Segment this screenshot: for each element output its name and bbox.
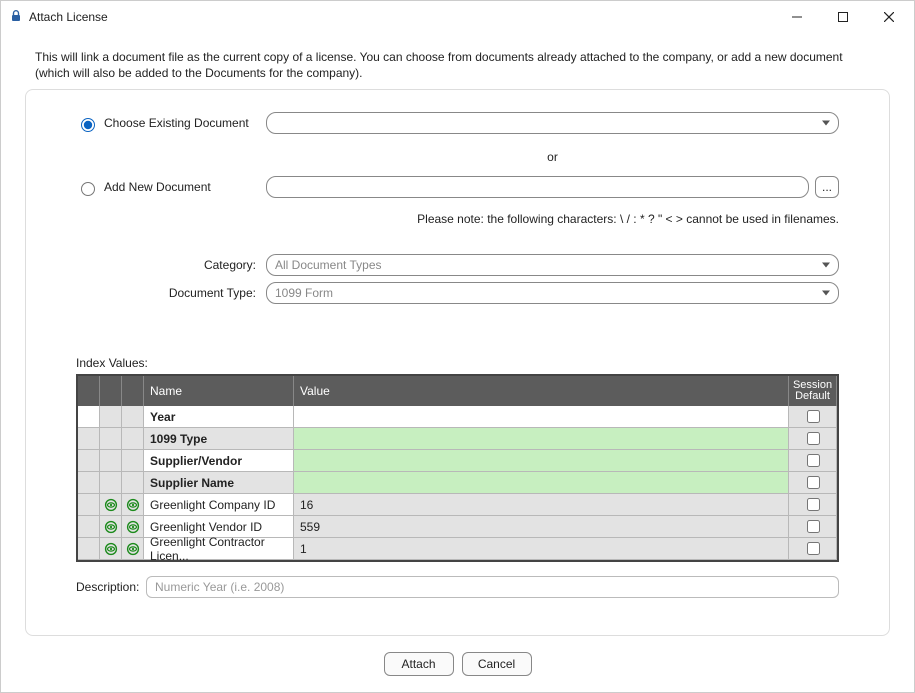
content-area: This will link a document file as the cu… — [1, 33, 914, 636]
index-value-cell[interactable]: 16 — [294, 494, 789, 516]
minimize-button[interactable] — [774, 2, 820, 32]
filename-note: Please note: the following characters: \… — [266, 212, 839, 226]
index-values-grid: Name Value Session Default Year1099 Type… — [76, 374, 839, 562]
table-row: Year — [78, 406, 837, 428]
table-row: Greenlight Company ID16 — [78, 494, 837, 516]
main-group: Choose Existing Document or Add New Docu… — [25, 89, 890, 636]
grid-header-blank-1 — [78, 376, 100, 406]
session-default-cell — [789, 472, 837, 494]
add-new-radio[interactable] — [81, 182, 95, 196]
eye-icon — [126, 498, 140, 512]
choose-existing-radio[interactable] — [81, 118, 95, 132]
category-dropdown[interactable]: All Document Types — [266, 254, 839, 276]
doctype-label: Document Type: — [76, 286, 266, 300]
row-eye-icon[interactable] — [122, 516, 144, 538]
index-value-cell[interactable] — [294, 406, 789, 428]
existing-document-dropdown[interactable] — [266, 112, 839, 134]
row-eye-icon[interactable] — [100, 494, 122, 516]
table-row: Greenlight Contractor Licen...1 — [78, 538, 837, 560]
grid-header-blank-3 — [122, 376, 144, 406]
add-new-row: Add New Document ... — [76, 176, 839, 198]
titlebar: Attach License — [1, 1, 914, 33]
description-placeholder: Numeric Year (i.e. 2008) — [155, 580, 284, 594]
index-value-cell[interactable] — [294, 428, 789, 450]
window-title: Attach License — [29, 10, 108, 24]
session-default-checkbox[interactable] — [807, 476, 820, 489]
index-value-cell[interactable]: 1 — [294, 538, 789, 560]
or-divider: or — [76, 150, 839, 164]
grid-body: Year1099 TypeSupplier/VendorSupplier Nam… — [78, 406, 837, 560]
attach-license-window: Attach License This will link a document… — [0, 0, 915, 693]
maximize-icon — [838, 12, 848, 22]
browse-button[interactable]: ... — [815, 176, 839, 198]
session-default-cell — [789, 538, 837, 560]
grid-header-blank-2 — [100, 376, 122, 406]
choose-existing-radio-label[interactable]: Choose Existing Document — [76, 115, 266, 132]
index-name-cell: 1099 Type — [144, 428, 294, 450]
eye-icon — [126, 520, 140, 534]
session-default-cell — [789, 516, 837, 538]
index-values-label: Index Values: — [76, 356, 839, 370]
index-value-cell[interactable] — [294, 472, 789, 494]
eye-icon — [104, 520, 118, 534]
session-default-cell — [789, 428, 837, 450]
eye-icon — [104, 498, 118, 512]
session-default-checkbox[interactable] — [807, 432, 820, 445]
session-default-cell — [789, 450, 837, 472]
choose-existing-row: Choose Existing Document — [76, 112, 839, 134]
session-default-checkbox[interactable] — [807, 498, 820, 511]
grid-header-name[interactable]: Name — [144, 376, 294, 406]
minimize-icon — [792, 12, 802, 22]
lock-icon — [9, 9, 23, 26]
index-value-cell[interactable]: 559 — [294, 516, 789, 538]
ellipsis-icon: ... — [822, 180, 832, 194]
row-eye-icon[interactable] — [122, 494, 144, 516]
session-default-cell — [789, 406, 837, 428]
eye-icon — [104, 542, 118, 556]
doctype-row: Document Type: 1099 Form — [76, 282, 839, 304]
eye-icon — [126, 542, 140, 556]
row-eye-icon[interactable] — [122, 538, 144, 560]
index-name-cell: Year — [144, 406, 294, 428]
description-label: Description: — [76, 580, 146, 594]
table-row: Supplier Name — [78, 472, 837, 494]
new-document-path-input[interactable] — [266, 176, 809, 198]
session-default-cell — [789, 494, 837, 516]
grid-header-value[interactable]: Value — [294, 376, 789, 406]
cancel-button[interactable]: Cancel — [462, 652, 532, 676]
description-field: Numeric Year (i.e. 2008) — [146, 576, 839, 598]
session-default-checkbox[interactable] — [807, 454, 820, 467]
table-row: Supplier/Vendor — [78, 450, 837, 472]
doctype-dropdown[interactable]: 1099 Form — [266, 282, 839, 304]
table-row: 1099 Type — [78, 428, 837, 450]
row-eye-icon[interactable] — [100, 538, 122, 560]
intro-text: This will link a document file as the cu… — [35, 49, 880, 81]
grid-header: Name Value Session Default — [78, 376, 837, 406]
add-new-text: Add New Document — [104, 180, 211, 194]
doctype-value: 1099 Form — [275, 286, 333, 300]
index-name-cell: Supplier/Vendor — [144, 450, 294, 472]
session-default-checkbox[interactable] — [807, 410, 820, 423]
index-name-cell: Greenlight Company ID — [144, 494, 294, 516]
maximize-button[interactable] — [820, 2, 866, 32]
category-row: Category: All Document Types — [76, 254, 839, 276]
session-default-checkbox[interactable] — [807, 542, 820, 555]
add-new-radio-label[interactable]: Add New Document — [76, 179, 266, 196]
row-eye-icon[interactable] — [100, 516, 122, 538]
choose-existing-text: Choose Existing Document — [104, 116, 249, 130]
description-row: Description: Numeric Year (i.e. 2008) — [76, 576, 839, 598]
index-value-cell[interactable] — [294, 450, 789, 472]
index-name-cell: Supplier Name — [144, 472, 294, 494]
grid-header-session[interactable]: Session Default — [789, 376, 837, 406]
attach-button[interactable]: Attach — [384, 652, 454, 676]
footer: Attach Cancel — [1, 636, 914, 692]
index-name-cell: Greenlight Contractor Licen... — [144, 538, 294, 560]
category-label: Category: — [76, 258, 266, 272]
close-button[interactable] — [866, 2, 912, 32]
category-value: All Document Types — [275, 258, 382, 272]
close-icon — [884, 12, 894, 22]
session-default-checkbox[interactable] — [807, 520, 820, 533]
